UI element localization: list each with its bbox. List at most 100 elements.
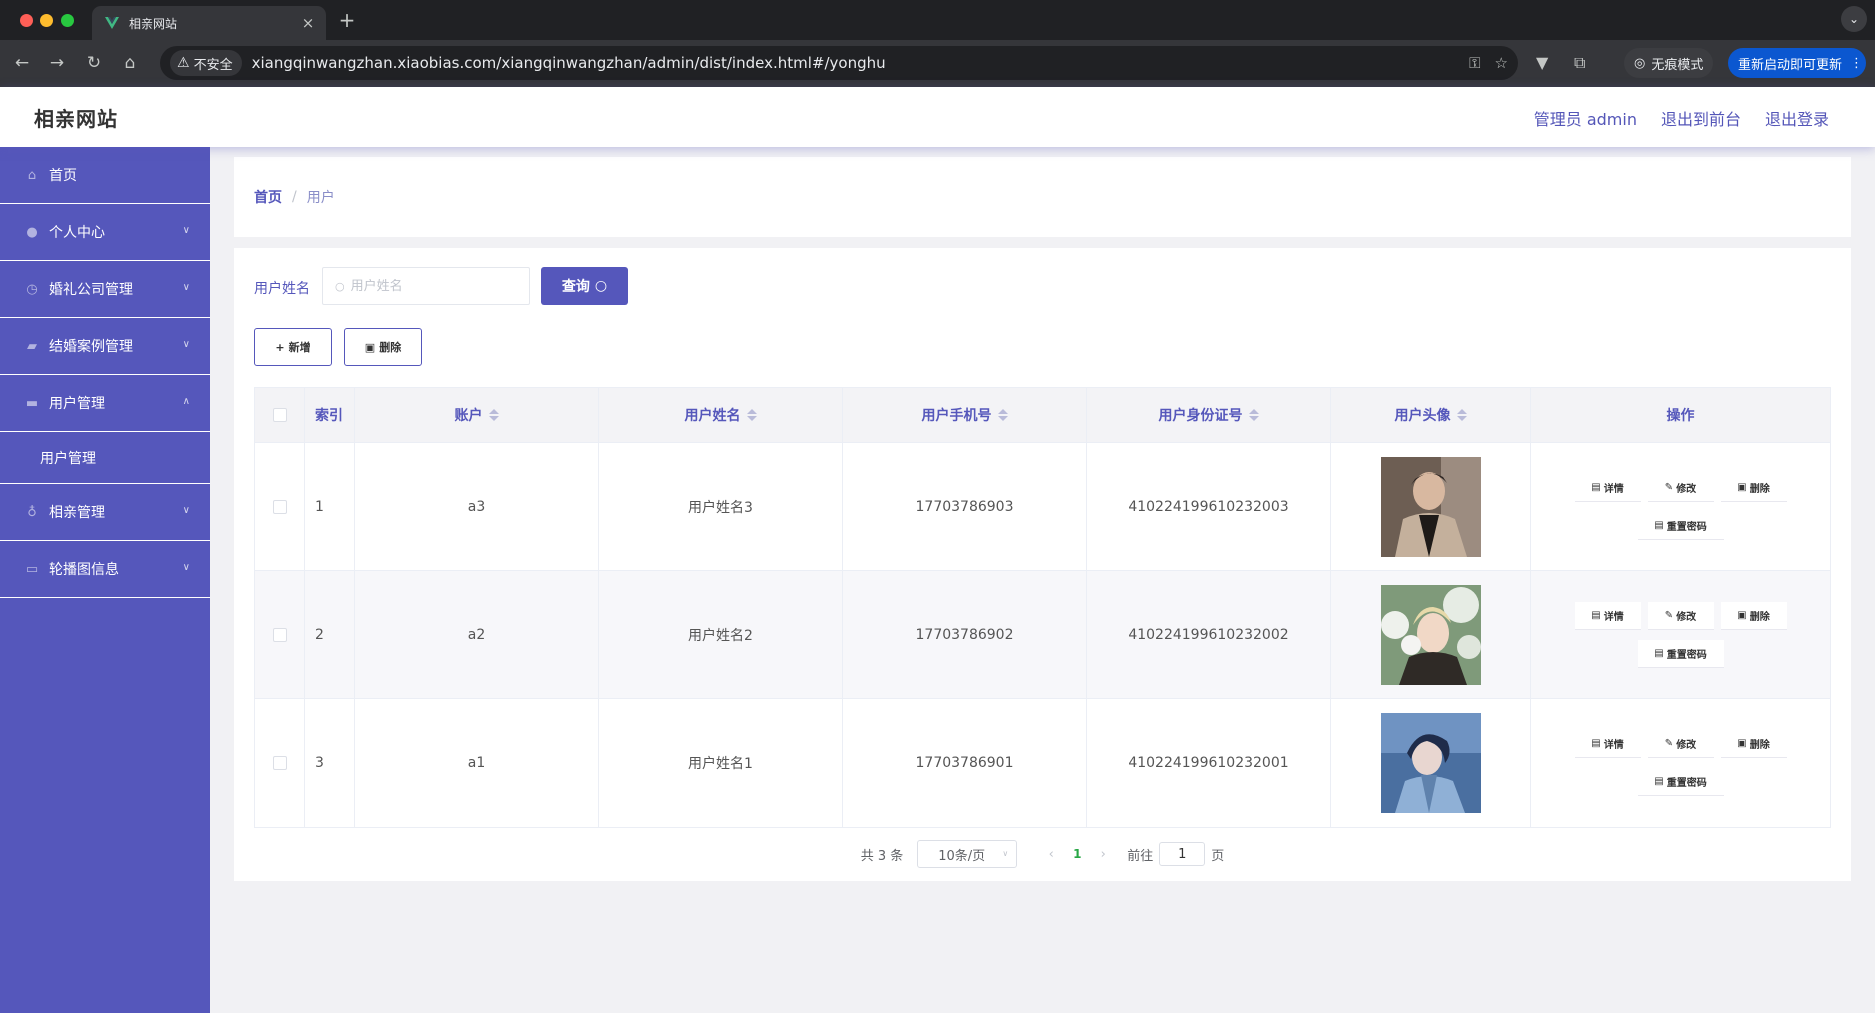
tab-title: 相亲网站	[129, 16, 178, 31]
sidebar: ⌂ 首页 ● 个人中心 ∨ ◷ 婚礼公司管理 ∨ ▰ 结婚案例管理 ∨ ▬ 用户…	[0, 147, 210, 1013]
avatar[interactable]	[1380, 713, 1481, 813]
goto-label: 前往	[1127, 848, 1154, 864]
document-icon: ▤	[1654, 519, 1664, 531]
reset-password-button[interactable]: ▤ 重置密码	[1637, 511, 1724, 540]
reload-icon[interactable]: ↻	[83, 52, 105, 74]
star-icon[interactable]: ☆	[1495, 54, 1508, 72]
vue-devtools-icon[interactable]: ▼	[1536, 53, 1548, 73]
row-index: 3	[305, 699, 355, 827]
search-input[interactable]	[350, 278, 501, 294]
detail-button[interactable]: ▤ 详情	[1574, 730, 1641, 758]
security-indicator[interactable]: ⚠ 不安全	[170, 50, 242, 76]
row-index: 1	[305, 443, 355, 570]
edit-button[interactable]: ✎ 修改	[1647, 730, 1714, 758]
next-page-icon[interactable]: ›	[1093, 847, 1113, 862]
header-operations: 操作	[1531, 388, 1830, 442]
browser-tab[interactable]: 相亲网站 ×	[92, 6, 326, 40]
sidebar-item-user-management[interactable]: ▬ 用户管理 ∧	[0, 375, 210, 432]
row-checkbox[interactable]	[272, 756, 287, 770]
delete-button[interactable]: ▣ 删除	[1720, 473, 1787, 502]
pagination-total: 共 3 条	[860, 848, 904, 864]
home-icon[interactable]: ⌂	[119, 52, 141, 74]
select-all-checkbox[interactable]	[272, 408, 287, 422]
trash-icon: ▣	[1737, 481, 1747, 493]
column-header: 操作	[1666, 408, 1695, 424]
header-links: 管理员 admin 退出到前台 退出登录	[1534, 106, 1829, 130]
page-size-select[interactable]: 10条/页 ∨	[917, 840, 1018, 868]
row-checkbox[interactable]	[272, 499, 287, 514]
avatar[interactable]	[1380, 584, 1481, 685]
detail-button[interactable]: ▤ 详情	[1574, 601, 1641, 630]
delete-button[interactable]: ▣ 删除	[1720, 601, 1787, 630]
page-number[interactable]: 1	[1061, 847, 1093, 861]
minimize-window-button[interactable]	[40, 14, 53, 27]
goto-page-input[interactable]	[1159, 842, 1206, 866]
sort-icon[interactable]	[1248, 409, 1259, 421]
logout-link[interactable]: 退出登录	[1765, 106, 1829, 130]
sidebar-item-home[interactable]: ⌂ 首页	[0, 147, 210, 204]
sort-icon[interactable]	[997, 409, 1008, 421]
update-button[interactable]: 重新启动即可更新 ⋮	[1728, 48, 1866, 78]
back-arrow-icon[interactable]: ←	[11, 52, 33, 74]
header-user-name[interactable]: 用户姓名	[599, 388, 843, 442]
row-id-card: 410224199610232002	[1087, 571, 1331, 698]
add-button[interactable]: + 新增	[254, 328, 332, 366]
browser-tab-bar: 相亲网站 × + ⌄	[0, 0, 1875, 40]
sidebar-item-wedding-company[interactable]: ◷ 婚礼公司管理 ∨	[0, 261, 210, 318]
prev-page-icon[interactable]: ‹	[1041, 847, 1061, 862]
breadcrumb-home[interactable]: 首页	[254, 187, 282, 207]
pencil-icon: ✎	[1664, 481, 1674, 493]
row-checkbox[interactable]	[272, 627, 287, 642]
row-checkbox-cell	[255, 699, 305, 827]
monitor-icon: ▬	[25, 395, 39, 411]
header-account[interactable]: 账户	[355, 388, 599, 442]
edit-button[interactable]: ✎ 修改	[1647, 601, 1714, 630]
avatar[interactable]	[1380, 456, 1481, 557]
detail-button[interactable]: ▤ 详情	[1574, 473, 1641, 502]
chevron-down-icon: ∨	[182, 339, 190, 350]
reset-password-button[interactable]: ▤ 重置密码	[1637, 768, 1724, 796]
close-window-button[interactable]	[20, 14, 33, 27]
header-phone[interactable]: 用户手机号	[843, 388, 1087, 442]
edit-button[interactable]: ✎ 修改	[1647, 473, 1714, 502]
camera-icon: ▰	[27, 338, 37, 354]
exit-to-frontend-link[interactable]: 退出到前台	[1661, 106, 1741, 130]
sidebar-item-matchmaking[interactable]: ♁ 相亲管理 ∨	[0, 484, 210, 541]
chevron-down-icon: ∨	[182, 282, 190, 293]
forward-arrow-icon[interactable]: →	[46, 52, 68, 74]
sidebar-item-label: 轮播图信息	[49, 562, 119, 578]
header-id-card[interactable]: 用户身份证号	[1087, 388, 1331, 442]
search-field[interactable]: ○	[322, 267, 530, 305]
sidebar-item-carousel[interactable]: ▭ 轮播图信息 ∨	[0, 541, 210, 598]
address-bar[interactable]: ⚠ 不安全 xiangqinwangzhan.xiaobias.com/xian…	[160, 46, 1518, 80]
batch-delete-button[interactable]: ▣ 删除	[344, 328, 422, 366]
sort-icon[interactable]	[746, 409, 757, 421]
new-tab-button[interactable]: +	[336, 9, 358, 31]
sort-icon[interactable]	[1456, 409, 1467, 421]
sidebar-item-label: 个人中心	[49, 225, 105, 241]
delete-button[interactable]: ▣ 删除	[1720, 730, 1787, 758]
row-account: a3	[355, 443, 599, 570]
sidebar-item-personal-center[interactable]: ● 个人中心 ∨	[0, 204, 210, 261]
header-avatar[interactable]: 用户头像	[1331, 388, 1531, 442]
sort-icon[interactable]	[488, 409, 499, 421]
row-checkbox-cell	[255, 443, 305, 570]
chevron-down-icon: ∨	[1002, 849, 1009, 858]
chevron-up-icon: ∧	[182, 396, 190, 407]
sidebar-item-wedding-cases[interactable]: ▰ 结婚案例管理 ∨	[0, 318, 210, 375]
reset-password-button[interactable]: ▤ 重置密码	[1637, 639, 1724, 668]
query-button[interactable]: 查询 ○	[541, 267, 628, 305]
query-label: 查询	[561, 279, 590, 295]
maximize-window-button[interactable]	[61, 14, 74, 27]
edit-label: 修改	[1676, 483, 1697, 495]
row-phone: 17703786902	[843, 571, 1087, 698]
incognito-indicator[interactable]: ◎ 无痕模式	[1624, 48, 1714, 78]
extensions-icon[interactable]: ⧉	[1574, 53, 1585, 73]
column-header: 索引	[315, 408, 343, 424]
url-text[interactable]: xiangqinwangzhan.xiaobias.com/xiangqinwa…	[252, 54, 1456, 72]
sidebar-item-label: 婚礼公司管理	[49, 282, 133, 298]
key-icon[interactable]: ⚿	[1469, 54, 1480, 72]
sidebar-subitem-user-management[interactable]: 用户管理	[0, 432, 210, 484]
tab-search-chevron-icon[interactable]: ⌄	[1841, 6, 1867, 32]
tab-close-icon[interactable]: ×	[300, 15, 316, 31]
